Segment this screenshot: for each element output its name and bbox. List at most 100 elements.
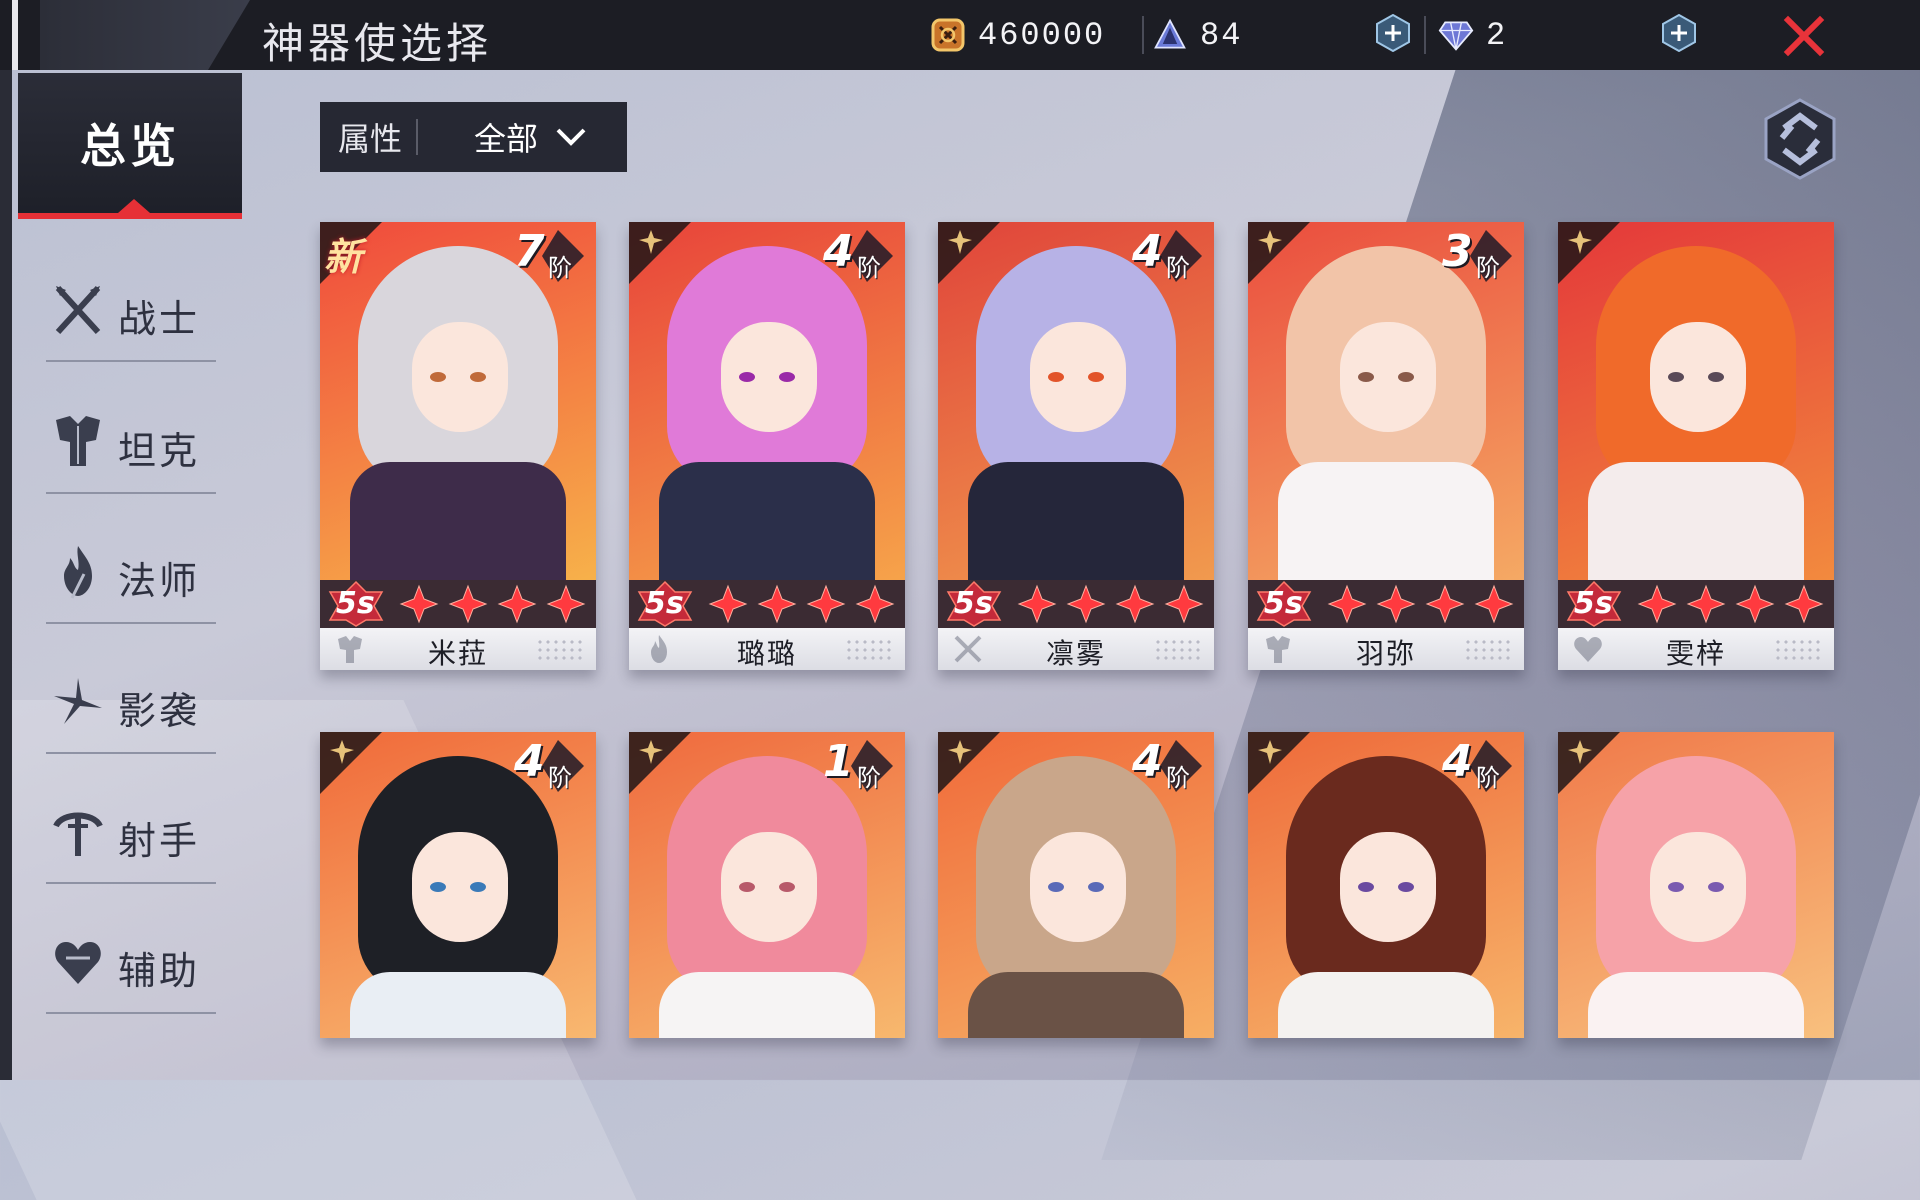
shuriken-icon (54, 678, 102, 724)
diamond-counter: 2 (1438, 12, 1507, 58)
armor-icon (56, 416, 100, 466)
sidebar-item-label: 坦克 (118, 429, 201, 473)
star-rating-bar: 5s (1558, 580, 1834, 628)
star-icon (1784, 584, 1824, 624)
emblem-icon (1258, 230, 1282, 254)
tier-unit: 阶 (857, 764, 881, 792)
stamina-counter: 84 (1152, 12, 1242, 58)
dot-pattern (536, 638, 586, 660)
sidebar-item-archer[interactable]: 射手 (46, 774, 216, 884)
character-card[interactable]: 5s 雯梓 (1558, 222, 1834, 670)
stamina-crystal-icon (1152, 17, 1188, 53)
emblem-icon (948, 740, 972, 764)
rank-text: 5s (954, 586, 993, 621)
emblem-icon (1568, 230, 1592, 254)
sidebar-edge (0, 70, 12, 1080)
divider (1424, 16, 1426, 54)
refresh-icon[interactable] (1762, 98, 1838, 180)
star-icon (806, 584, 846, 624)
character-card[interactable]: 4 阶 5s 凛雾 (938, 222, 1214, 670)
character-card[interactable]: 4 阶 5s 璐璐 (629, 222, 905, 670)
star-icon (855, 584, 895, 624)
top-bar-accent (12, 0, 18, 70)
rank-badge: 5s (944, 580, 1004, 628)
tier-badge: 4阶 (512, 736, 588, 794)
star-icon (1066, 584, 1106, 624)
star-rating (699, 584, 895, 624)
sidebar-item-label: 影袭 (118, 689, 201, 733)
tier-number: 3 (1442, 226, 1473, 277)
sidebar-item-assassin[interactable]: 影袭 (46, 644, 216, 754)
star-rating-bar: 5s (320, 580, 596, 628)
star-rating-bar: 5s (1248, 580, 1524, 628)
chevron-down-icon (556, 128, 586, 146)
character-card[interactable]: 新 7 阶 5s 米菈 (320, 222, 596, 670)
star-rating-bar: 5s (629, 580, 905, 628)
tier-badge: 1阶 (821, 736, 897, 794)
divider (46, 882, 216, 884)
tier-badge: 4阶 (1440, 736, 1516, 794)
tier-badge: 4阶 (821, 226, 897, 284)
tab-overview[interactable]: 总览 (18, 73, 242, 219)
tier-unit: 阶 (548, 764, 572, 792)
emblem-icon (639, 740, 663, 764)
rank-text: 5s (336, 586, 375, 621)
character-card[interactable]: 3 阶 5s 羽弥 (1248, 222, 1524, 670)
sidebar-item-support[interactable]: 辅助 (46, 904, 216, 1014)
sidebar-item-tank[interactable]: 坦克 (46, 384, 216, 494)
tier-number: 4 (1132, 736, 1163, 787)
star-icon (1474, 584, 1514, 624)
close-icon[interactable] (1782, 14, 1826, 58)
rank-text: 5s (1574, 586, 1613, 621)
active-indicator-arrow (118, 199, 150, 213)
divider (1142, 16, 1144, 54)
heart-icon (55, 942, 101, 984)
crossed-swords-icon (55, 285, 101, 335)
attribute-filter-dropdown[interactable]: 属性 全部 (320, 102, 627, 172)
star-rating (1318, 584, 1514, 624)
tier-unit: 阶 (1166, 764, 1190, 792)
star-icon (1637, 584, 1677, 624)
name-bar: 雯梓 (1558, 628, 1834, 670)
star-icon (448, 584, 488, 624)
sidebar-item-label: 战士 (118, 297, 201, 341)
star-icon (708, 584, 748, 624)
add-stamina-button[interactable] (1374, 14, 1412, 52)
divider (416, 119, 419, 155)
star-icon (1327, 584, 1367, 624)
tier-badge: 4阶 (1130, 736, 1206, 794)
active-indicator (18, 213, 242, 219)
title-wedge-decoration (40, 0, 250, 70)
tier-badge: 7阶 (512, 226, 588, 284)
star-rating (1008, 584, 1204, 624)
add-diamonds-button[interactable] (1660, 14, 1698, 52)
flame-staff-icon (64, 546, 92, 599)
bow-icon (53, 812, 103, 856)
dot-pattern (845, 638, 895, 660)
tier-unit: 阶 (1476, 764, 1500, 792)
star-icon (497, 584, 537, 624)
tier-unit: 阶 (857, 254, 881, 282)
rank-badge: 5s (635, 580, 695, 628)
emblem-icon (1568, 740, 1592, 764)
star-icon (1735, 584, 1775, 624)
rank-badge: 5s (1564, 580, 1624, 628)
sidebar-item-warrior[interactable]: 战士 (46, 252, 216, 362)
star-rating (1628, 584, 1824, 624)
character-card[interactable]: 4阶 (320, 732, 596, 1038)
character-card[interactable]: 4阶 (938, 732, 1214, 1038)
character-card[interactable]: 4阶 (1248, 732, 1524, 1038)
sidebar-item-mage[interactable]: 法师 (46, 514, 216, 624)
sidebar-item-label: 辅助 (118, 949, 201, 993)
name-bar: 羽弥 (1248, 628, 1524, 670)
sidebar-item-label: 射手 (118, 819, 201, 863)
stamina-value: 84 (1200, 16, 1243, 54)
character-card[interactable] (1558, 732, 1834, 1038)
rank-badge: 5s (326, 580, 386, 628)
tier-number: 7 (514, 226, 545, 277)
sidebar-item-label: 法师 (118, 559, 201, 603)
star-icon (1017, 584, 1057, 624)
tier-unit: 阶 (548, 254, 572, 282)
character-card[interactable]: 1阶 (629, 732, 905, 1038)
filter-label: 属性 (338, 120, 403, 158)
